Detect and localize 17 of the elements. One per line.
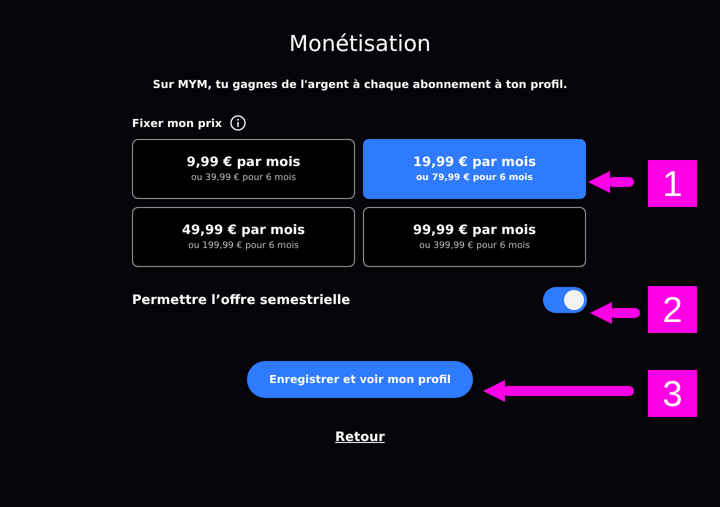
- subtitle: Sur MYM, tu gagnes de l'argent à chaque abonnement à ton profil.: [152, 78, 568, 91]
- price-option[interactable]: 19,99 € par mois ou 79,99 € pour 6 mois: [363, 139, 586, 199]
- callout-number: 2: [648, 286, 697, 333]
- toggle-switch[interactable]: [543, 287, 587, 313]
- toggle-label: Permettre l’offre semestrielle: [132, 292, 350, 308]
- arrow-annotation: [588, 171, 634, 193]
- back-link[interactable]: Retour: [335, 430, 385, 445]
- save-button[interactable]: Enregistrer et voir mon profil: [247, 361, 473, 398]
- callout-number: 1: [648, 160, 697, 207]
- price-option[interactable]: 49,99 € par mois ou 199,99 € pour 6 mois: [132, 207, 355, 267]
- price-label: Fixer mon prix: [132, 116, 222, 130]
- info-icon[interactable]: [230, 115, 246, 131]
- price-option[interactable]: 9,99 € par mois ou 39,99 € pour 6 mois: [132, 139, 355, 199]
- page-title: Monétisation: [289, 31, 431, 59]
- price-option[interactable]: 99,99 € par mois ou 399,99 € pour 6 mois: [363, 207, 586, 267]
- callout-number: 3: [648, 370, 697, 417]
- arrow-annotation: [590, 302, 640, 324]
